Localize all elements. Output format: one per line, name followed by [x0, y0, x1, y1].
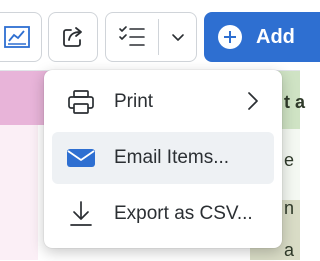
checklist-button[interactable]: [106, 13, 158, 61]
envelope-icon: [66, 144, 98, 172]
menu-item-label: Print: [114, 91, 154, 112]
plus-circle-icon: [218, 25, 242, 49]
toolbar: Add: [0, 0, 320, 71]
checklist-icon: [119, 26, 145, 46]
background-text: e: [284, 150, 295, 170]
chart-icon: [4, 26, 30, 48]
background-text: n: [284, 198, 295, 218]
chevron-down-icon: [171, 34, 184, 41]
chevron-right-icon: [248, 92, 258, 110]
share-button[interactable]: [48, 12, 98, 62]
menu-item-export-csv[interactable]: Export as CSV...: [52, 188, 274, 240]
menu-item-print[interactable]: Print: [52, 76, 274, 128]
checklist-split-button: [105, 12, 197, 62]
menu-item-label: Export as CSV...: [114, 203, 253, 224]
add-button-label: Add: [256, 25, 295, 48]
add-button[interactable]: Add: [204, 12, 320, 62]
background-text: a: [284, 240, 295, 260]
menu-item-email-items[interactable]: Email Items...: [52, 132, 274, 184]
menu-item-label: Email Items...: [114, 147, 230, 168]
download-icon: [66, 200, 98, 228]
checklist-dropdown-toggle[interactable]: [159, 13, 196, 61]
share-icon: [63, 27, 82, 47]
chart-view-button[interactable]: [0, 12, 42, 62]
share-dropdown-menu: Print Email Items... Export as CSV...: [44, 70, 282, 248]
printer-icon: [66, 88, 98, 116]
background-text: t a: [284, 92, 306, 112]
